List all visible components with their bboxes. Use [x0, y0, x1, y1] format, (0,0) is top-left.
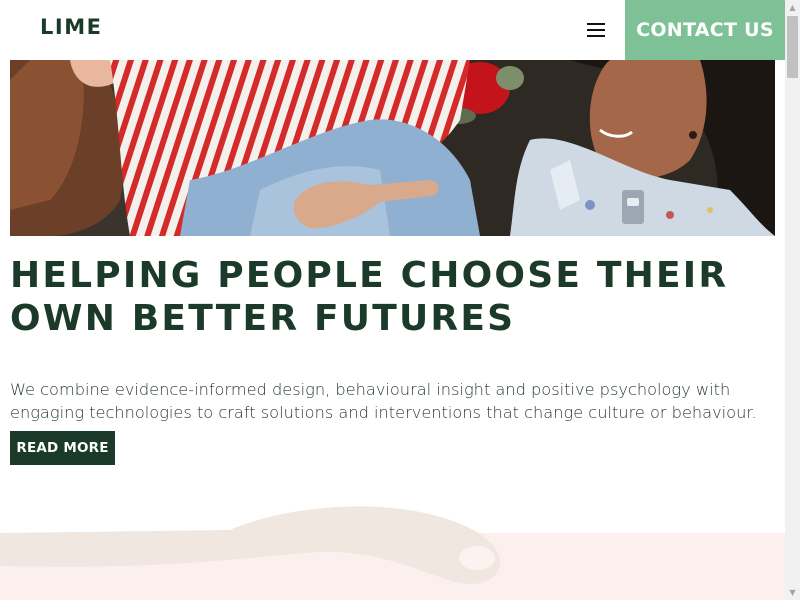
scroll-up-icon[interactable]: ▲ — [785, 0, 800, 15]
decorative-shapes — [0, 500, 785, 600]
hamburger-menu-icon[interactable] — [584, 18, 608, 42]
site-header: LIME CONTACT US — [0, 0, 785, 60]
page: LIME CONTACT US HELPING PEOPLE CHOOSE TH… — [0, 0, 785, 600]
hero-image — [10, 60, 775, 236]
scroll-down-icon[interactable]: ▼ — [785, 585, 800, 600]
contact-us-button[interactable]: CONTACT US — [625, 0, 785, 60]
site-logo[interactable]: LIME — [40, 15, 102, 39]
intro-paragraph: We combine evidence-informed design, beh… — [10, 380, 757, 422]
vertical-scrollbar[interactable]: ▲ ▼ — [785, 0, 800, 600]
page-headline: HELPING PEOPLE CHOOSE THEIR OWN BETTER F… — [10, 255, 729, 339]
read-more-button[interactable]: READ MORE — [10, 431, 115, 465]
scroll-thumb[interactable] — [787, 16, 798, 78]
